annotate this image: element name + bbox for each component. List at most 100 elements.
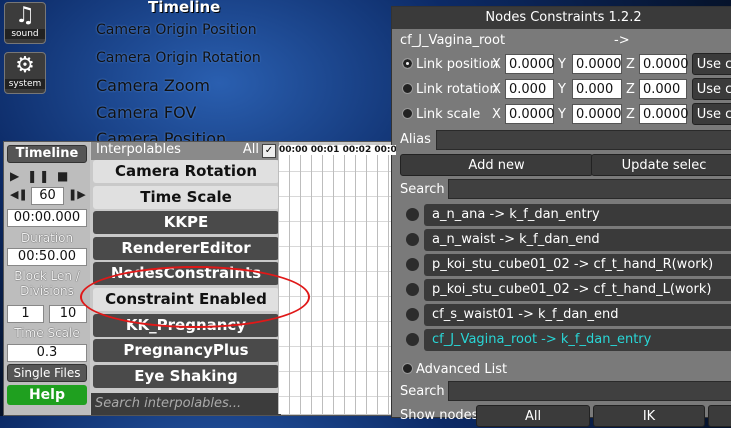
constraint-item[interactable]: a_n_waist -> k_f_dan_end [400,229,731,251]
search-label-2: Search [400,384,445,399]
camera-label: Camera FOV [96,103,197,122]
toggle-dot-icon[interactable] [406,233,419,246]
parent-node-label: cf_J_Vagina_root [400,33,506,48]
system-label: system [5,79,45,89]
camera-label: Camera Zoom [96,76,210,95]
radio-selected-icon [402,58,413,69]
link-position-radio[interactable]: Link position [402,57,498,72]
time-scale-field[interactable]: 0.3 [7,344,87,362]
prev-frame-icon[interactable]: ◀❚ [10,188,28,201]
music-note-icon: ♫ [15,3,35,28]
interpolables-search-input[interactable]: Search interpolables... [91,393,281,415]
constraints-search-input[interactable] [448,179,731,199]
toggle-dot-icon[interactable] [406,208,419,221]
link-rotation-radio[interactable]: Link rotation [402,82,498,97]
interpolable-item[interactable]: Camera Rotation [93,160,279,183]
update-selected-button[interactable]: Update selec [591,154,731,176]
nodes-search-input[interactable] [448,381,731,401]
interpolable-item[interactable]: RendererEditor [93,236,279,260]
link-scale-z[interactable]: 0.0000 [639,104,689,124]
constraint-item[interactable]: cf_s_waist01 -> k_f_dan_end [400,304,731,326]
sound-app-button[interactable]: ♫ sound [4,2,46,44]
interpolables-header: Interpolables All ✓ [91,142,279,160]
next-frame-icon[interactable]: ❚▶ [68,188,86,201]
time-scale-label: Time Scale [14,326,80,340]
timeline-heading: Timeline [148,0,221,16]
radio-icon [402,108,413,119]
single-files-button[interactable]: Single Files [7,364,87,382]
link-rotation-y[interactable]: 0.000 [572,79,622,99]
nodes-constraints-window: Nodes Constraints 1.2.2 cf_J_Vagina_root… [391,6,731,427]
link-position-z[interactable]: 0.0000 [639,54,689,74]
constraint-item-selected[interactable]: cf_J_Vagina_root -> k_f_dan_entry [400,329,731,351]
toggle-dot-icon[interactable] [406,308,419,321]
all-label: All [242,142,259,157]
add-new-button[interactable]: Add new [400,154,593,176]
y-label: Y [558,107,566,122]
pause-icon[interactable]: ❚❚ [27,169,51,183]
link-rotation-z[interactable]: 0.000 [639,79,687,99]
timeline-tab[interactable]: Timeline [7,145,87,163]
constraint-item[interactable]: p_koi_stu_cube01_02 -> cf_t_hand_R(work) [400,254,731,276]
duration-label: Duration [20,231,74,245]
gears-icon: ⚙ [15,53,35,78]
timeline-controls: Timeline ▶ ❚❚ ■ ◀❚ 60 ❚▶ 00:00.000 Durat… [4,142,90,415]
show-all-nodes-button[interactable]: All [476,405,590,427]
duration-field[interactable]: 00:50.00 [7,248,87,266]
stop-icon[interactable]: ■ [57,169,70,183]
y-label: Y [558,82,566,97]
z-label: Z [626,82,635,97]
y-label: Y [558,57,566,72]
use-current-rotation-button[interactable]: Use c [692,78,731,100]
interpolable-item[interactable]: KKPE [93,211,279,235]
constraint-item[interactable]: p_koi_stu_cube01_02 -> cf_t_hand_L(work) [400,279,731,301]
interpolable-item[interactable]: Eye Shaking [93,364,279,388]
link-rotation-x[interactable]: 0.000 [505,79,554,99]
link-scale-radio[interactable]: Link scale [402,107,480,122]
constraints-list: a_n_ana -> k_f_dan_entry a_n_waist -> k_… [400,204,731,354]
divisions-field[interactable]: 10 [49,305,87,323]
camera-label: Camera Origin Position [96,22,257,38]
constraint-item[interactable]: a_n_ana -> k_f_dan_entry [400,204,731,226]
link-position-y[interactable]: 0.0000 [572,54,622,74]
link-scale-x[interactable]: 0.0000 [505,104,555,124]
play-icon[interactable]: ▶ [10,169,21,183]
z-label: Z [626,107,635,122]
current-time-field[interactable]: 00:00.000 [7,209,87,227]
fps-field[interactable]: 60 [31,187,64,205]
link-scale-y[interactable]: 0.0000 [572,104,622,124]
timeline-grid[interactable] [278,146,396,414]
interpolables-label: Interpolables [96,142,181,157]
alias-input[interactable] [436,130,731,150]
block-len-label: Block Len / Divisions [14,269,80,298]
use-current-scale-button[interactable]: Use c [692,103,731,125]
alias-label: Alias [400,132,431,147]
block-len-field[interactable]: 1 [7,305,44,323]
toggle-dot-icon[interactable] [406,258,419,271]
show-other-nodes-button[interactable] [708,405,731,427]
x-label: X [492,82,501,97]
link-arrow: -> [614,33,630,48]
system-app-button[interactable]: ⚙ system [4,52,46,94]
help-button[interactable]: Help [7,385,87,405]
all-checkbox[interactable]: ✓ [262,144,276,158]
search-label: Search [400,182,445,197]
checkbox-icon [402,363,413,374]
window-title: Nodes Constraints 1.2.2 [392,7,731,29]
interpolable-item[interactable]: PregnancyPlus [93,339,279,363]
toggle-dot-icon[interactable] [406,283,419,296]
radio-icon [402,83,413,94]
x-label: X [492,57,501,72]
playback-controls: ▶ ❚❚ ■ [10,169,86,183]
interpolable-item[interactable]: Time Scale [93,185,279,209]
x-label: X [492,107,501,122]
z-label: Z [626,57,635,72]
toggle-dot-icon[interactable] [406,333,419,346]
link-position-x[interactable]: 0.0000 [505,54,555,74]
highlight-annotation [80,266,310,328]
use-current-position-button[interactable]: Use c [692,53,731,75]
advanced-list-checkbox[interactable]: Advanced List [402,362,507,377]
sound-label: sound [5,29,45,39]
show-ik-nodes-button[interactable]: IK [593,405,705,427]
camera-label: Camera Origin Rotation [96,50,261,66]
